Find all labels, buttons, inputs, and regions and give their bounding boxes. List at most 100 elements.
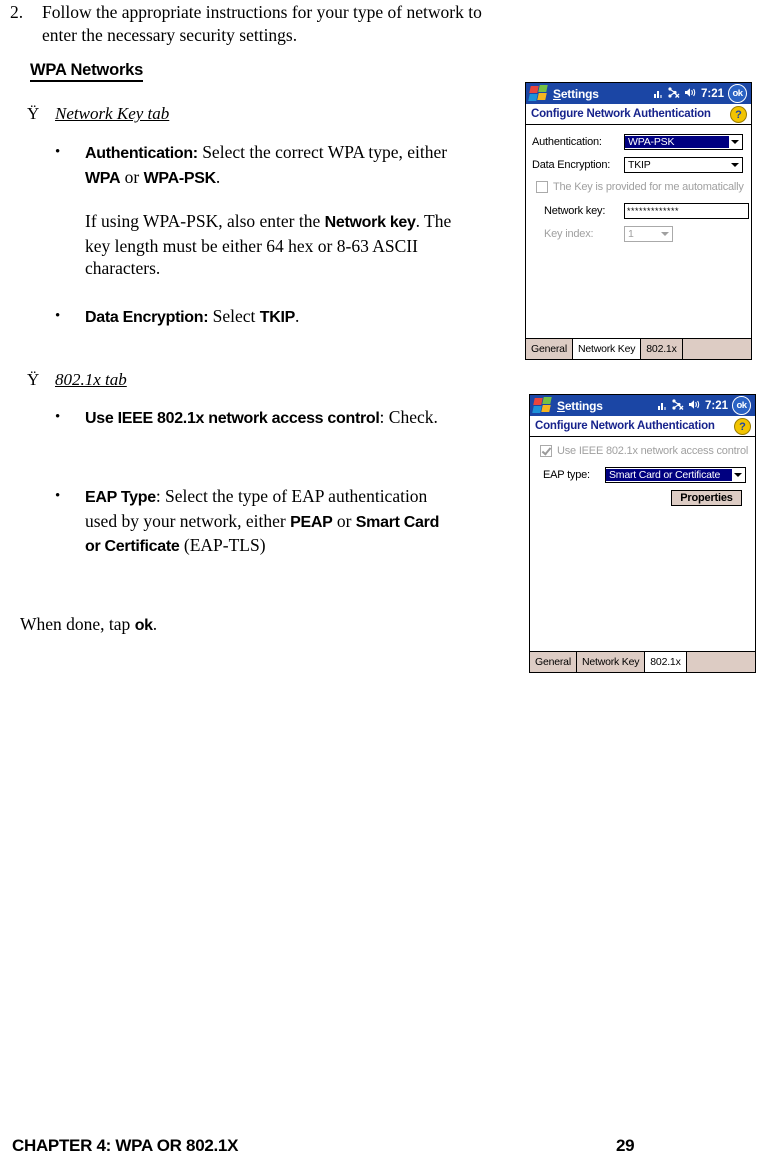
paragraph-network-key-note: If using WPA-PSK, also enter the Network… xyxy=(85,210,455,280)
data-encryption-dropdown[interactable]: TKIP xyxy=(624,157,743,173)
pda2-form-body: Use IEEE 802.1x network access control E… xyxy=(530,437,755,651)
step-text: Follow the appropriate instructions for … xyxy=(42,2,482,45)
use-8021x-checkbox[interactable] xyxy=(540,445,552,457)
auto-key-label: The Key is provided for me automatically xyxy=(553,181,744,193)
pda1-authentication-row: Authentication: WPA-PSK xyxy=(532,134,743,150)
bullet-authentication-bold3: WPA-PSK xyxy=(143,169,217,187)
chevron-down-icon xyxy=(731,163,739,167)
speaker-icon xyxy=(684,87,697,100)
bullet-eap-type: • EAP Type: Select the type of EAP authe… xyxy=(55,485,455,559)
pda1-ok-button[interactable]: ok xyxy=(728,84,747,103)
pda2-ok-button[interactable]: ok xyxy=(732,396,751,415)
pda1-network-key-row: Network key: ************* xyxy=(544,203,749,219)
bullet-eap-type-text: EAP Type: Select the type of EAP authent… xyxy=(85,485,455,559)
tab-8021x[interactable]: 802.1x xyxy=(645,652,687,672)
pda2-eap-type-row: EAP type: Smart Card or Certificate xyxy=(543,467,746,483)
network-disconnected-icon xyxy=(671,399,684,412)
pda1-subtitle-text: Configure Network Authentication xyxy=(531,108,711,120)
bullet-data-encryption-rest: Select xyxy=(208,306,260,326)
bullet-eap-type-mid: or xyxy=(332,510,356,531)
authentication-dropdown[interactable]: WPA-PSK xyxy=(624,134,743,150)
bullet-use-ieee-8021x-bold: Use IEEE 802.1x network access control xyxy=(85,410,380,427)
network-disconnected-icon xyxy=(667,87,680,100)
bullet-data-encryption-end: . xyxy=(294,306,300,326)
pda1-titlebar: Settings 7:21 ok xyxy=(526,83,751,104)
tabbar-filler xyxy=(682,339,751,359)
footer-chapter: CHAPTER 4: WPA OR 802.1X xyxy=(12,1136,239,1155)
bullet-authentication: • Authentication: Select the correct WPA… xyxy=(55,141,455,280)
key-index-value: 1 xyxy=(628,228,634,240)
page-footer: CHAPTER 4: WPA OR 802.1X 29 xyxy=(0,1136,759,1162)
paragraph-network-key-pre: If using WPA-PSK, also enter the xyxy=(85,211,325,231)
subheading-network-key-tab: Ÿ Network Key tab xyxy=(27,104,169,124)
screenshot-8021x-tab: Settings 7:21 ok Configure Network Authe… xyxy=(529,394,756,673)
pda2-status-icons: 7:21 ok xyxy=(657,396,751,415)
bullet-authentication-mid: or xyxy=(120,166,144,187)
data-encryption-value: TKIP xyxy=(628,159,651,171)
speaker-glyph xyxy=(688,400,700,409)
bullet-use-ieee-8021x: • Use IEEE 802.1x network access control… xyxy=(55,406,455,431)
tab-network-key[interactable]: Network Key xyxy=(576,652,646,672)
bullet-dot-icon: • xyxy=(55,409,61,425)
pda2-app-title: Settings xyxy=(557,398,603,413)
bullet-eap-type-bold2: PEAP xyxy=(290,513,333,531)
help-icon[interactable]: ? xyxy=(730,106,747,123)
bullet-data-encryption: • Data Encryption: Select TKIP. xyxy=(55,305,455,330)
bullet-authentication-bold: Authentication: xyxy=(85,145,198,162)
closing-bold-ok: ok xyxy=(134,617,153,634)
auto-key-checkbox[interactable] xyxy=(536,181,548,193)
pda2-use-8021x-row[interactable]: Use IEEE 802.1x network access control xyxy=(540,445,748,457)
screenshot-network-key-tab: Settings 7:21 ok Configure Network Authe… xyxy=(525,82,752,360)
signal-bars-icon xyxy=(657,401,667,410)
arrow-marker-icon: Ÿ xyxy=(27,104,40,123)
tab-general[interactable]: General xyxy=(526,339,573,359)
bullet-dot-icon: • xyxy=(55,488,61,504)
pda1-auto-key-row[interactable]: The Key is provided for me automatically xyxy=(536,181,744,193)
pda1-clock: 7:21 xyxy=(700,87,724,100)
bullet-data-encryption-text: Data Encryption: Select TKIP. xyxy=(85,305,455,330)
bullet-dot-icon: • xyxy=(55,308,61,324)
windows-flag-icon xyxy=(528,85,548,102)
pda2-properties-row: Properties xyxy=(671,490,742,506)
bullet-use-ieee-8021x-text: Use IEEE 802.1x network access control: … xyxy=(85,406,455,431)
help-icon[interactable]: ? xyxy=(734,418,751,435)
closing-pre: When done, tap xyxy=(20,614,135,634)
bullet-authentication-bold2: WPA xyxy=(85,169,121,187)
chevron-down-icon xyxy=(734,473,742,477)
data-encryption-label: Data Encryption: xyxy=(532,159,611,171)
eap-type-value: Smart Card or Certificate xyxy=(606,469,732,481)
speaker-glyph xyxy=(684,88,696,97)
pda1-subtitle-bar: Configure Network Authentication ? xyxy=(526,104,751,125)
bullet-data-encryption-bold: Data Encryption: xyxy=(85,309,209,326)
properties-button[interactable]: Properties xyxy=(671,490,742,506)
bullet-authentication-rest: Select the correct WPA type, either xyxy=(197,142,448,162)
bullet-use-ieee-8021x-rest: : Check. xyxy=(379,407,438,427)
network-key-label: Network key: xyxy=(544,205,606,217)
pda2-tabbar: General Network Key 802.1x xyxy=(530,651,755,672)
pda2-subtitle-text: Configure Network Authentication xyxy=(535,420,715,432)
arrow-marker-icon: Ÿ xyxy=(27,370,40,389)
network-disconnected-glyph xyxy=(668,87,680,98)
speaker-icon xyxy=(688,399,701,412)
bullet-data-encryption-bold2: TKIP xyxy=(259,309,296,326)
bullet-authentication-text: Authentication: Select the correct WPA t… xyxy=(85,141,455,190)
tab-general[interactable]: General xyxy=(530,652,577,672)
network-key-input[interactable]: ************* xyxy=(624,203,749,219)
tab-8021x[interactable]: 802.1x xyxy=(641,339,683,359)
closing-instruction: When done, tap ok. xyxy=(20,613,157,637)
subheading-8021x-tab: Ÿ 802.1x tab xyxy=(27,370,127,390)
windows-flag-icon xyxy=(532,397,552,414)
step-number: 2. xyxy=(10,2,24,22)
tab-network-key[interactable]: Network Key xyxy=(572,339,642,359)
pda2-titlebar: Settings 7:21 ok xyxy=(530,395,755,416)
eap-type-dropdown[interactable]: Smart Card or Certificate xyxy=(605,467,746,483)
key-index-label: Key index: xyxy=(544,228,594,240)
signal-bars-icon xyxy=(653,89,663,98)
pda1-data-encryption-row: Data Encryption: TKIP xyxy=(532,157,743,173)
pda1-app-title: Settings xyxy=(553,86,599,101)
key-index-dropdown[interactable]: 1 xyxy=(624,226,673,242)
pda2-subtitle-bar: Configure Network Authentication ? xyxy=(530,416,755,437)
bullet-authentication-end: . xyxy=(215,166,221,187)
bullet-eap-type-bold: EAP Type xyxy=(85,489,156,506)
use-8021x-label: Use IEEE 802.1x network access control xyxy=(557,445,749,457)
